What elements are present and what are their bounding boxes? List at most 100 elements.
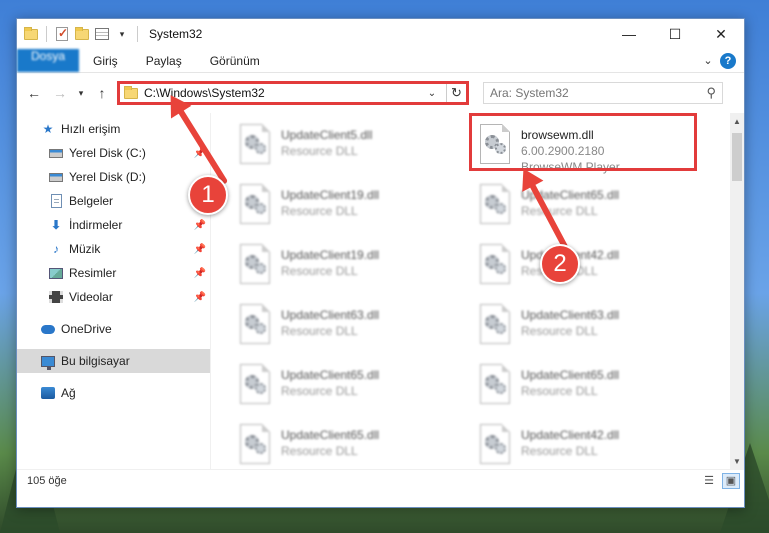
tab-file[interactable]: Dosya — [17, 49, 80, 72]
file-item[interactable]: UpdateClient5.dll Resource DLL — [233, 119, 473, 179]
new-folder-icon[interactable] — [74, 26, 90, 42]
pictures-icon — [49, 266, 63, 280]
pin-icon: 📌 — [193, 219, 206, 231]
file-description: Resource DLL — [281, 144, 358, 158]
file-item[interactable]: UpdateClient63.dll Resource DLL — [233, 299, 473, 359]
divider — [137, 26, 138, 42]
sidebar-item-quick-access[interactable]: ★ Hızlı erişim — [17, 117, 210, 141]
maximize-button[interactable]: ☐ — [652, 19, 698, 49]
sidebar-item-label: Yerel Disk (C:) — [69, 146, 146, 160]
sidebar-item-documents[interactable]: Belgeler 📌 — [17, 189, 210, 213]
scroll-down-icon[interactable]: ▼ — [730, 453, 744, 469]
help-icon[interactable]: ? — [720, 53, 736, 69]
customize-toolbar-chevron-icon[interactable]: ▾ — [114, 26, 130, 42]
dll-file-icon — [477, 123, 513, 165]
dll-file-icon — [237, 183, 273, 225]
pin-icon: 📌 — [193, 291, 206, 303]
file-description: Resource DLL — [281, 444, 358, 458]
file-description: Resource DLL — [281, 204, 358, 218]
recent-locations-chevron-icon[interactable]: ▾ — [75, 82, 87, 104]
file-version: 6.00.2900.2180 — [521, 144, 605, 158]
sidebar-item-local-disk-c[interactable]: Yerel Disk (C:) 📌 — [17, 141, 210, 165]
tab-share[interactable]: Paylaş — [132, 49, 196, 72]
dll-file-icon — [477, 183, 513, 225]
navigation-pane: ★ Hızlı erişim Yerel Disk (C:) 📌 Yerel D… — [17, 113, 211, 469]
sidebar-item-label: İndirmeler — [69, 218, 123, 232]
folder-icon — [124, 85, 138, 99]
search-icon[interactable]: ⚲ — [706, 85, 716, 101]
pin-icon: 📌 — [193, 243, 206, 255]
sidebar-item-label: Müzik — [69, 242, 101, 256]
file-description: Resource DLL — [521, 204, 598, 218]
folder-icon — [23, 26, 39, 42]
documents-icon — [49, 194, 63, 208]
sidebar-item-this-pc[interactable]: Bu bilgisayar — [17, 349, 210, 373]
properties-check-icon[interactable] — [54, 26, 70, 42]
item-count: 105 öğe — [27, 474, 67, 487]
disk-icon — [49, 146, 63, 160]
downloads-icon: ⬇ — [50, 218, 62, 232]
ribbon-tabs: Dosya Giriş Paylaş Görünüm ⌄ ? — [17, 49, 744, 73]
large-icons-view-icon[interactable]: ▣ — [722, 472, 740, 489]
search-box[interactable]: ⚲ — [483, 82, 723, 104]
computer-icon — [41, 354, 55, 370]
file-name: UpdateClient5.dll — [281, 128, 373, 142]
file-item[interactable]: UpdateClient19.dll Resource DLL — [233, 179, 473, 239]
file-description: Resource DLL — [281, 384, 358, 398]
file-item-browsewm[interactable]: browsewm.dll 6.00.2900.2180 BrowseWM Playe… — [473, 119, 713, 179]
tab-home[interactable]: Giriş — [79, 49, 132, 72]
sidebar-item-label: Hızlı erişim — [61, 122, 121, 136]
file-item[interactable]: UpdateClient42.dllResource DLL — [473, 239, 713, 299]
file-name: UpdateClient19.dll — [281, 188, 380, 202]
sidebar-item-pictures[interactable]: Resimler 📌 — [17, 261, 210, 285]
close-button[interactable]: ✕ — [698, 19, 744, 49]
file-item[interactable]: UpdateClient42.dll Resource DLL — [473, 419, 713, 469]
details-view-icon[interactable]: ☰ — [700, 473, 718, 489]
file-name: UpdateClient65.dll — [521, 368, 620, 382]
file-name: UpdateClient63.dll — [521, 308, 620, 322]
refresh-icon[interactable]: ↻ — [446, 84, 466, 102]
window-title: System32 — [149, 27, 203, 41]
file-description: Resource DLL — [521, 384, 598, 398]
properties-list-icon[interactable] — [94, 26, 110, 42]
up-arrow-icon[interactable]: ↑ — [91, 82, 113, 104]
vertical-scrollbar[interactable]: ▲ ▼ — [730, 113, 744, 469]
search-input[interactable] — [490, 86, 707, 100]
dll-file-icon — [237, 123, 273, 165]
file-item[interactable]: UpdateClient65.dll Resource DLL — [473, 359, 713, 419]
file-name: UpdateClient42.dll — [521, 428, 620, 442]
file-item[interactable]: UpdateClient65.dll Resource DLL — [233, 359, 473, 419]
file-name: browsewm.dll — [521, 128, 594, 142]
file-item[interactable]: UpdateClient65.dll Resource DLL — [473, 179, 713, 239]
sidebar-item-music[interactable]: ♪ Müzik 📌 — [17, 237, 210, 261]
expand-ribbon-chevron-icon[interactable]: ⌄ — [696, 49, 720, 72]
file-name: UpdateClient65.dll — [281, 428, 380, 442]
address-dropdown-chevron-icon[interactable]: ⌄ — [424, 88, 440, 99]
tab-view[interactable]: Görünüm — [196, 49, 274, 72]
file-item[interactable]: UpdateClient65.dll Resource DLL — [233, 419, 473, 469]
sidebar-item-label: Belgeler — [69, 194, 114, 208]
forward-arrow-icon[interactable]: → — [49, 82, 71, 104]
address-row: ← → ▾ ↑ C:\Windows\System32 ⌄ ↻ ⚲ — [17, 73, 744, 113]
sidebar-item-downloads[interactable]: ⬇ İndirmeler 📌 — [17, 213, 210, 237]
back-arrow-icon[interactable]: ← — [23, 82, 45, 104]
dll-file-icon — [477, 363, 513, 405]
sidebar-item-label: Resimler — [69, 266, 117, 280]
disk-icon — [49, 170, 63, 184]
sidebar-item-network[interactable]: Ağ — [17, 381, 210, 405]
file-item[interactable]: UpdateClient63.dll Resource DLL — [473, 299, 713, 359]
file-name: UpdateClient19.dll — [281, 248, 380, 262]
scroll-up-icon[interactable]: ▲ — [730, 113, 744, 129]
scroll-thumb[interactable] — [732, 133, 742, 181]
sidebar-item-videos[interactable]: Videolar 📌 — [17, 285, 210, 309]
sidebar-item-local-disk-d[interactable]: Yerel Disk (D:) — [17, 165, 210, 189]
sidebar-item-onedrive[interactable]: OneDrive — [17, 317, 210, 341]
sidebar-item-label: Bu bilgisayar — [61, 354, 130, 368]
minimize-button[interactable]: — — [606, 19, 652, 49]
quick-access-toolbar: ▾ — [17, 26, 141, 42]
file-description: Resource DLL — [521, 444, 598, 458]
file-item[interactable]: UpdateClient19.dll Resource DLL — [233, 239, 473, 299]
star-icon: ★ — [42, 122, 54, 136]
file-list-area: UpdateClient5.dll Resource DLL browsewm.d… — [211, 113, 730, 469]
title-bar: ▾ System32 — ☐ ✕ — [17, 19, 744, 49]
